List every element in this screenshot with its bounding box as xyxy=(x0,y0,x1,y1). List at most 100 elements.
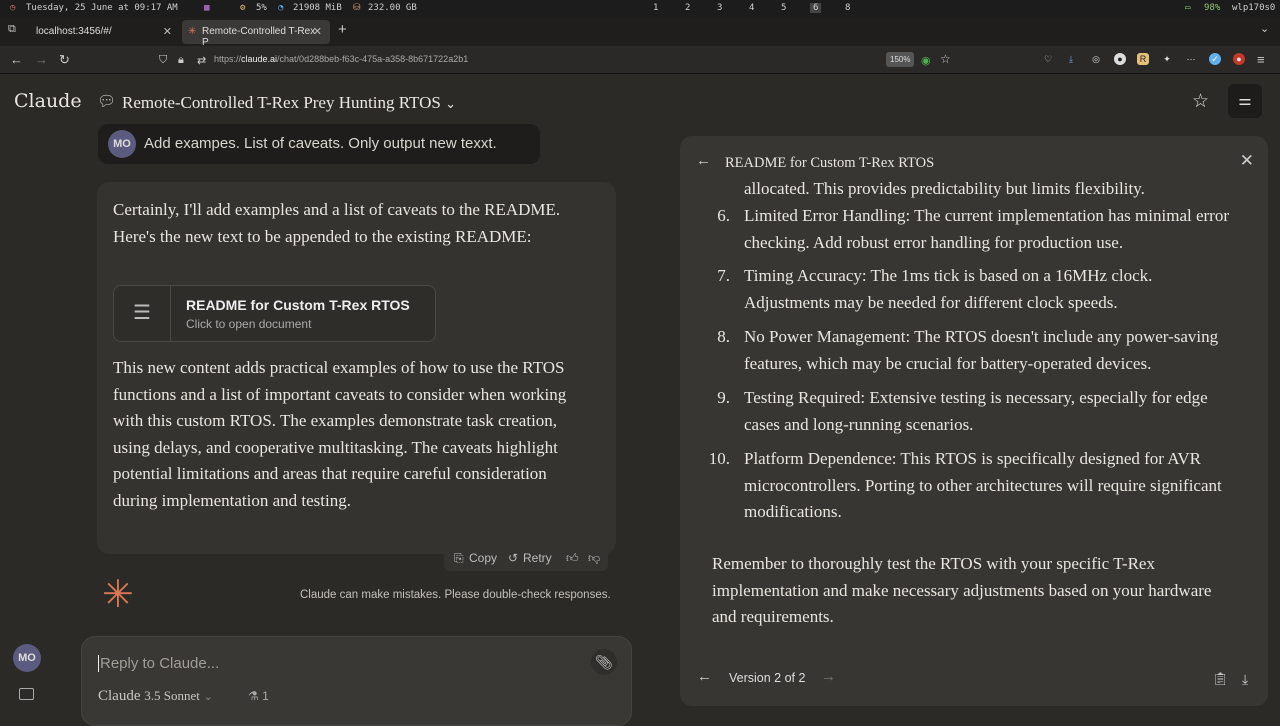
more-extensions-icon[interactable]: ⋯ xyxy=(1185,53,1197,65)
user-message: MO Add exampes. List of caveats. Only ou… xyxy=(98,124,540,164)
chat-bubble-icon: 💬︎ xyxy=(97,93,117,110)
star-icon[interactable]: ☆ xyxy=(1192,90,1209,113)
workspace-6[interactable]: 6 xyxy=(810,3,822,13)
menu-icon[interactable]: ≡ xyxy=(1257,52,1265,67)
cpu-usage: 5% xyxy=(256,3,267,13)
copy-icon: ⎘ xyxy=(454,551,464,565)
copy-button[interactable]: Copy xyxy=(469,551,497,565)
puzzle-icon[interactable]: ✦ xyxy=(1161,53,1173,65)
retry-button[interactable]: Retry xyxy=(523,551,552,565)
tab-list-icon[interactable]: ⧉ xyxy=(8,23,16,36)
claude-favicon-icon: ✳ xyxy=(188,26,197,37)
artifact-content[interactable]: allocated. This provides predictability … xyxy=(680,178,1268,658)
chevron-down-icon: ⌄ xyxy=(203,691,213,703)
list-item: 9. Testing Required: Extensive testing is… xyxy=(717,388,1208,434)
list-item: 7. Timing Accuracy: The 1ms tick is based… xyxy=(717,266,1153,312)
artifact-card-title: README for Custom T-Rex RTOS xyxy=(186,297,410,313)
workspace-1[interactable]: 1 xyxy=(653,3,658,13)
assistant-outro-text: This new content adds practical examples… xyxy=(113,358,567,510)
disk-icon: ⛁ xyxy=(353,3,361,13)
datetime: Tuesday, 25 June at 09:17 AM xyxy=(26,3,178,13)
artifact-card[interactable]: ☰ README for Custom T-Rex RTOS Click to … xyxy=(113,285,436,342)
pocket-icon[interactable]: ♡ xyxy=(1042,53,1054,65)
chevron-down-icon[interactable]: ⌄ xyxy=(1260,22,1269,35)
account-icon[interactable]: ◎ xyxy=(1090,53,1102,65)
close-icon[interactable]: ✕ xyxy=(313,25,322,38)
message-actions: ⎘ Copy ↺ Retry 👍︎ 👎︎ xyxy=(444,544,608,571)
browser-tab-bar: ⧉ localhost:3456/#/ ✕ ✳ Remote-Controlle… xyxy=(0,17,1280,48)
lock-icon[interactable]: 🔒︎ xyxy=(178,54,184,67)
forward-icon[interactable]: → xyxy=(35,52,48,67)
extension-icon[interactable]: R xyxy=(1137,53,1149,65)
download-icon[interactable]: ⤓ xyxy=(1242,671,1248,688)
permissions-icon[interactable]: ⇄ xyxy=(197,54,206,67)
avatar: MO xyxy=(108,130,136,158)
artifact-footer: ← Version 2 of 2 → 📋︎ ⤓ xyxy=(680,656,1268,706)
assistant-intro-text: Certainly, I'll add examples and a list … xyxy=(113,200,561,246)
workspace-3[interactable]: 3 xyxy=(717,3,722,13)
list-item: 6. Limited Error Handling: The current im… xyxy=(717,206,1229,252)
next-version-icon[interactable]: → xyxy=(821,668,836,685)
battery-icon: ▭ xyxy=(1185,3,1191,13)
version-label: Version 2 of 2 xyxy=(729,671,806,685)
disk-usage: 232.00 GB xyxy=(368,3,417,13)
chat-settings-button[interactable]: ⚌ xyxy=(1228,84,1262,118)
url-field[interactable]: https://claude.ai/chat/0d288beb-f63c-475… xyxy=(214,54,468,64)
artifact-card-subtitle: Click to open document xyxy=(186,317,312,331)
sidebar-toggle-icon[interactable] xyxy=(19,688,34,700)
disclaimer: Claude can make mistakes. Please double-… xyxy=(300,589,611,601)
tab-title: Remote-Controlled T-Rex P xyxy=(202,26,316,48)
download-icon[interactable]: ⤓ xyxy=(1065,53,1077,65)
back-arrow-icon[interactable]: ← xyxy=(696,152,711,169)
previous-version-icon[interactable]: ← xyxy=(697,668,712,685)
claude-logo[interactable]: Claude xyxy=(14,90,82,112)
network-name: wlp170s0 xyxy=(1232,3,1276,13)
flask-icon: ⚗ xyxy=(248,689,259,703)
thumbs-up-icon[interactable]: 👍︎ xyxy=(566,551,579,566)
tab-claude[interactable]: ✳ Remote-Controlled T-Rex P ✕ xyxy=(182,20,330,48)
attach-icon[interactable]: 📎︎ xyxy=(591,649,617,675)
reply-composer[interactable]: Reply to Claude... 📎︎ Claude 3.5 Sonnet … xyxy=(81,636,632,726)
tab-title: localhost:3456/#/ xyxy=(36,26,112,37)
new-tab-icon[interactable]: + xyxy=(338,21,347,38)
shield-icon[interactable]: ⛉ xyxy=(159,54,167,67)
reply-input[interactable]: Reply to Claude... xyxy=(98,655,219,672)
clipboard-icon[interactable]: 📋︎ xyxy=(1212,671,1229,687)
list-item: 8. No Power Management: The RTOS doesn't … xyxy=(717,327,1219,373)
zoom-level[interactable]: 150% xyxy=(886,52,915,67)
model-selector[interactable]: Claude 3.5 Sonnet ⌄ xyxy=(98,688,213,705)
document-icon: ☰ xyxy=(114,286,171,341)
workspace-4[interactable]: 4 xyxy=(749,3,754,13)
cpu-icon: ⚙ xyxy=(240,3,246,13)
system-status-bar: ◷ Tuesday, 25 June at 09:17 AM ▦ ⚙ 5% ◔ … xyxy=(0,0,1280,17)
reload-icon[interactable]: ↻ xyxy=(59,52,70,68)
extension-icon[interactable]: ✓ xyxy=(1209,53,1221,65)
tab-localhost[interactable]: localhost:3456/#/ ✕ xyxy=(26,20,180,44)
retry-icon: ↺ xyxy=(508,551,519,565)
extension-icon[interactable]: ● xyxy=(1114,53,1126,65)
sliders-icon: ⚌ xyxy=(1238,92,1252,109)
assistant-message: Certainly, I'll add examples and a list … xyxy=(97,182,616,554)
artifact-panel: ← README for Custom T-Rex RTOS ✕ allocat… xyxy=(680,136,1268,706)
memory-icon: ◔ xyxy=(278,3,284,13)
thumbs-down-icon[interactable]: 👎︎ xyxy=(588,551,600,566)
claude-spark-icon: ✳ xyxy=(102,574,134,616)
project-knowledge-button[interactable]: ⚗ 1 xyxy=(248,689,269,703)
back-icon[interactable]: ← xyxy=(10,52,23,67)
workspace-2[interactable]: 2 xyxy=(685,3,690,13)
extension-icon[interactable]: ● xyxy=(1233,53,1245,65)
claude-app: Claude 💬︎ Remote-Controlled T-Rex Prey H… xyxy=(0,74,1280,726)
user-avatar[interactable]: MO xyxy=(13,644,41,672)
artifact-panel-title: README for Custom T-Rex RTOS xyxy=(725,155,935,171)
memory-usage: 21908 MiB xyxy=(293,3,342,13)
bookmark-star-icon[interactable]: ☆ xyxy=(940,52,951,66)
chat-title[interactable]: Remote-Controlled T-Rex Prey Hunting RTO… xyxy=(122,93,456,113)
grid-icon: ▦ xyxy=(204,3,210,13)
close-icon[interactable]: ✕ xyxy=(163,25,172,38)
chevron-down-icon: ⌄ xyxy=(445,96,456,111)
workspace-8[interactable]: 8 xyxy=(845,3,850,13)
close-icon[interactable]: ✕ xyxy=(1240,151,1254,171)
extension-icon[interactable]: ◉ xyxy=(921,54,931,67)
address-bar: ← → ↻ ⛉ 🔒︎ ⇄ https://claude.ai/chat/0d28… xyxy=(0,46,1280,74)
workspace-5[interactable]: 5 xyxy=(781,3,786,13)
